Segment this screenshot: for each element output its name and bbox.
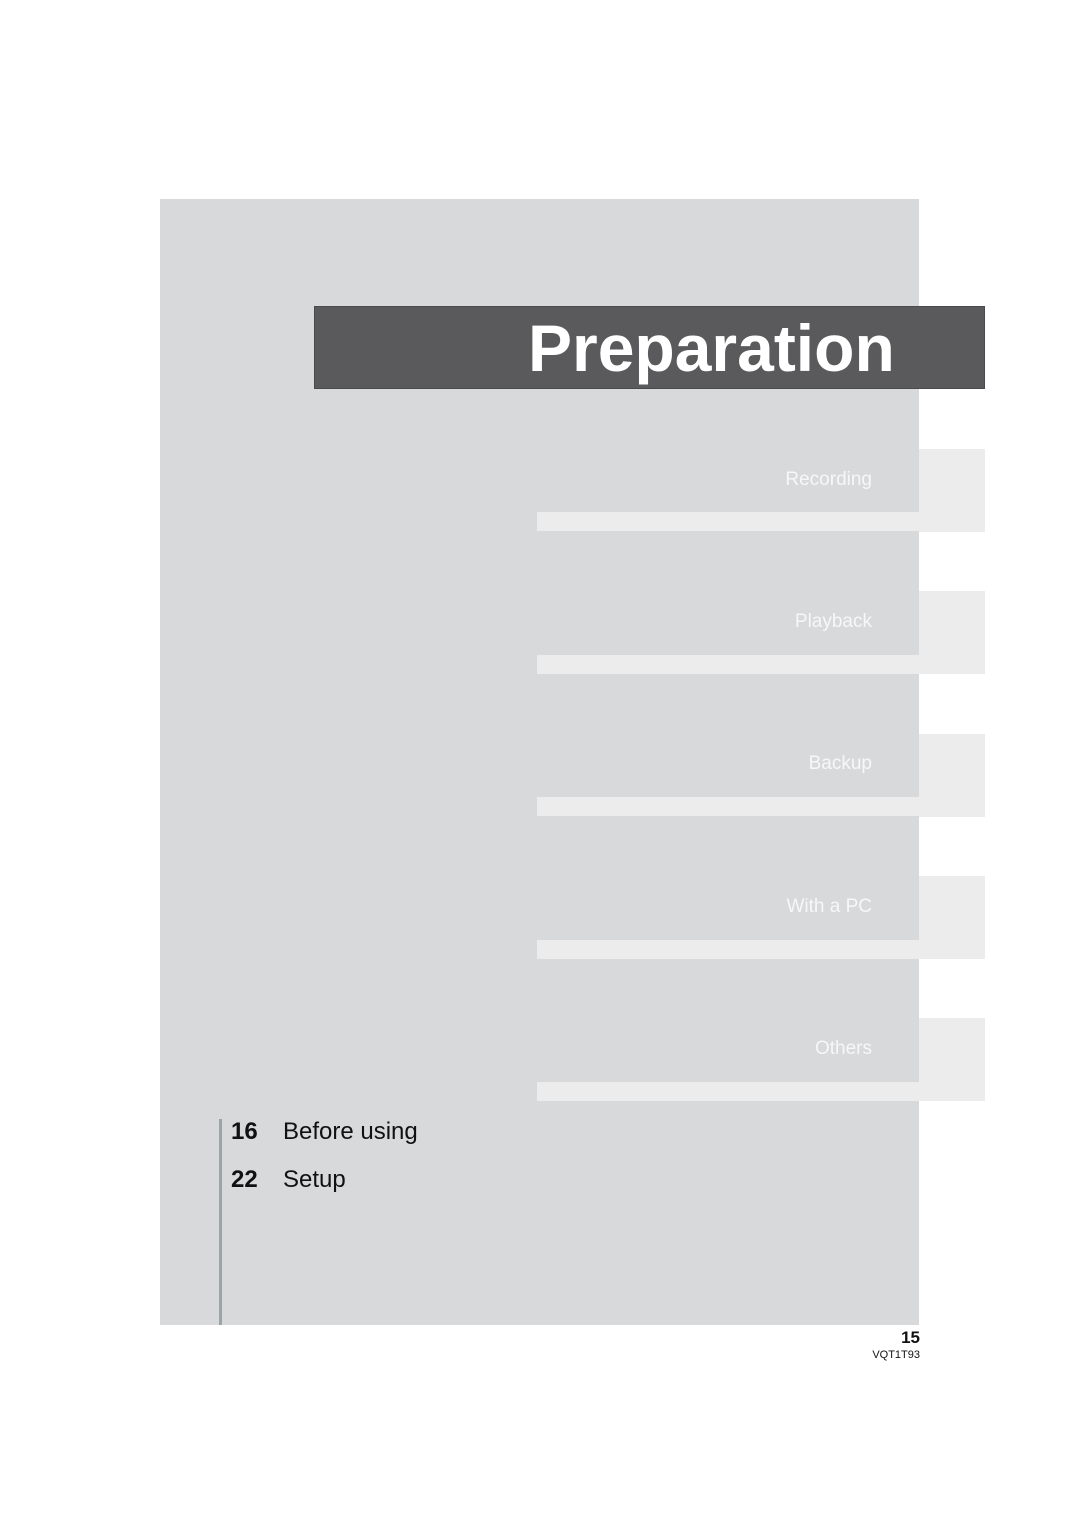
document-code: VQT1T93 xyxy=(872,1349,920,1361)
toc-item-before-using[interactable]: 16 Before using xyxy=(231,1117,418,1147)
tab-label: Others xyxy=(814,1038,872,1059)
toc-title: Setup xyxy=(283,1166,346,1193)
page-number: 15 xyxy=(901,1328,920,1347)
tab-edge xyxy=(919,449,985,532)
tab-edge xyxy=(919,734,985,817)
chapter-title: Preparation xyxy=(528,311,895,385)
toc-page-number: 16 xyxy=(231,1118,258,1145)
toc-item-setup[interactable]: 22 Setup xyxy=(231,1165,346,1195)
tab-bar xyxy=(537,797,919,816)
tab-bar xyxy=(537,512,919,531)
tab-label: Recording xyxy=(785,469,872,490)
toc-title: Before using xyxy=(283,1118,418,1145)
tab-bar xyxy=(537,655,919,674)
tab-bar xyxy=(537,1082,919,1101)
toc-page-number: 22 xyxy=(231,1166,258,1193)
tab-edge xyxy=(919,876,985,959)
tab-label: With a PC xyxy=(786,896,872,917)
chapter-title-bar: Preparation xyxy=(314,306,985,389)
tab-label: Backup xyxy=(808,753,872,774)
tab-edge xyxy=(919,591,985,674)
tab-label: Playback xyxy=(794,611,872,632)
tab-bar xyxy=(537,940,919,959)
toc-divider xyxy=(219,1119,222,1325)
tab-edge xyxy=(919,1018,985,1101)
